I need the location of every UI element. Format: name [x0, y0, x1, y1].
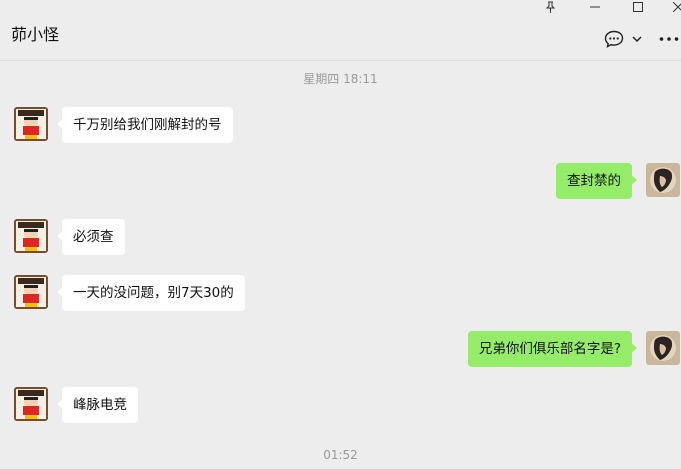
- contact-avatar[interactable]: [14, 219, 48, 253]
- close-icon[interactable]: [672, 0, 681, 14]
- pin-icon[interactable]: [543, 0, 557, 14]
- my-avatar[interactable]: [646, 163, 680, 197]
- message-bubble[interactable]: 千万别给我们刚解封的号: [57, 107, 233, 143]
- timestamp: 星期四 18:11: [303, 72, 378, 86]
- message-bubble[interactable]: 一天的没问题，别7天30的: [57, 275, 245, 311]
- contact-avatar[interactable]: [14, 275, 48, 309]
- contact-avatar[interactable]: [14, 107, 48, 141]
- message-text: 必须查: [73, 229, 114, 245]
- chat-bubble-icon[interactable]: [602, 29, 626, 49]
- chevron-down-icon[interactable]: [630, 29, 644, 49]
- message-bubble[interactable]: 兄弟你们俱乐部名字是?: [467, 331, 638, 367]
- message-bubble[interactable]: 查封禁的: [556, 163, 637, 199]
- more-icon[interactable]: [658, 29, 680, 49]
- message-text: 千万别给我们刚解封的号: [73, 117, 222, 133]
- my-avatar[interactable]: [646, 331, 680, 365]
- message-text: 峰脉电竞: [73, 397, 127, 413]
- message-text: 一天的没问题，别7天30的: [73, 285, 234, 301]
- minimize-icon[interactable]: [588, 0, 602, 14]
- timestamp: 01:52: [323, 448, 358, 462]
- chat-header: 茆小怪: [0, 0, 681, 61]
- message-bubble[interactable]: 必须查: [57, 219, 125, 255]
- contact-avatar[interactable]: [14, 387, 48, 421]
- maximize-icon[interactable]: [631, 0, 645, 14]
- message-text: 兄弟你们俱乐部名字是?: [478, 341, 621, 357]
- message-text: 查封禁的: [567, 173, 621, 189]
- chat-title: 茆小怪: [11, 25, 60, 44]
- message-bubble[interactable]: 峰脉电竞: [57, 387, 138, 423]
